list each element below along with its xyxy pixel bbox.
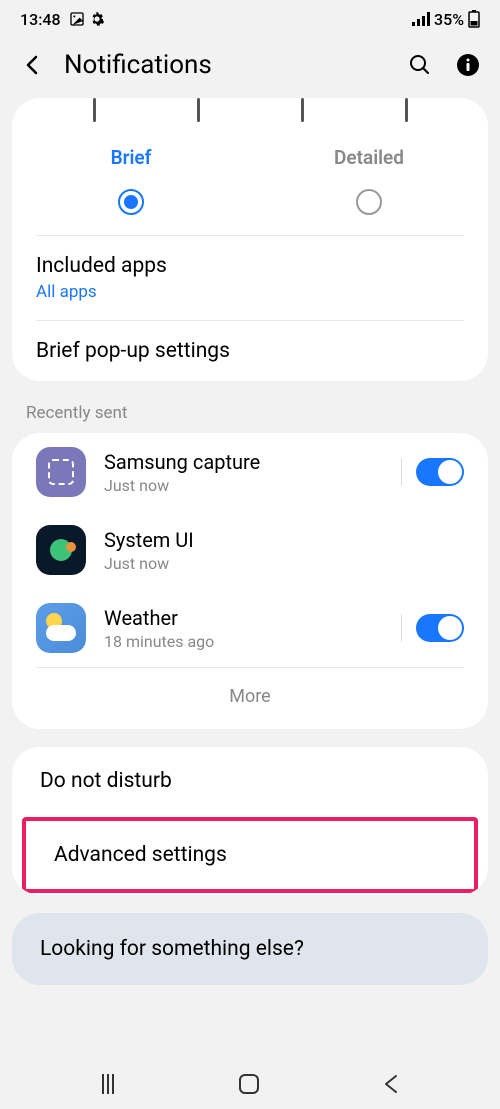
app-name: Samsung capture	[104, 450, 383, 474]
search-icon[interactable]	[408, 53, 432, 77]
looking-for-text: Looking for something else?	[40, 937, 460, 961]
advanced-settings-row[interactable]: Advanced settings	[26, 821, 474, 889]
image-icon	[69, 11, 85, 27]
style-preview	[12, 98, 488, 128]
battery-percent: 35%	[434, 10, 464, 29]
style-option-detailed[interactable]: Detailed	[250, 146, 488, 215]
included-apps-row[interactable]: Included apps All apps	[12, 236, 488, 320]
nav-recent-button[interactable]	[102, 1074, 114, 1094]
navigation-bar	[0, 1059, 500, 1109]
looking-for-card[interactable]: Looking for something else?	[12, 913, 488, 985]
do-not-disturb-row[interactable]: Do not disturb	[12, 747, 488, 815]
page-title: Notifications	[64, 50, 388, 80]
app-time: Just now	[104, 476, 383, 495]
chevron-left-icon	[26, 55, 38, 75]
brief-radio[interactable]	[118, 189, 144, 215]
battery-icon	[468, 10, 480, 28]
signal-icon	[412, 12, 430, 26]
back-button[interactable]	[20, 53, 44, 77]
app-row-weather[interactable]: Weather 18 minutes ago	[12, 589, 488, 667]
advanced-settings-highlight: Advanced settings	[22, 817, 478, 893]
app-row-capture[interactable]: Samsung capture Just now	[12, 433, 488, 511]
nav-home-button[interactable]	[239, 1074, 259, 1094]
recently-sent-header: Recently sent	[0, 381, 500, 433]
app-name: Weather	[104, 606, 383, 630]
app-time: Just now	[104, 554, 464, 573]
weather-app-icon	[36, 603, 86, 653]
nav-back-button[interactable]	[384, 1074, 398, 1094]
notification-style-card: Brief Detailed Included apps All apps Br…	[12, 98, 488, 381]
capture-toggle[interactable]	[416, 458, 464, 486]
recently-sent-card: Samsung capture Just now System UI Just …	[12, 433, 488, 729]
app-row-system[interactable]: System UI Just now	[12, 511, 488, 589]
brief-popup-row[interactable]: Brief pop-up settings	[12, 321, 488, 381]
style-option-brief[interactable]: Brief	[12, 146, 250, 215]
app-name: System UI	[104, 528, 464, 552]
detailed-radio[interactable]	[356, 189, 382, 215]
settings-card: Do not disturb Advanced settings	[12, 747, 488, 895]
gear-icon	[89, 11, 105, 27]
included-apps-title: Included apps	[36, 254, 464, 278]
capture-app-icon	[36, 447, 86, 497]
brief-popup-title: Brief pop-up settings	[36, 339, 464, 363]
weather-toggle[interactable]	[416, 614, 464, 642]
system-app-icon	[36, 525, 86, 575]
status-time: 13:48	[20, 10, 61, 29]
app-time: 18 minutes ago	[104, 632, 383, 651]
detailed-label: Detailed	[334, 146, 404, 169]
header: Notifications	[0, 38, 500, 98]
included-apps-subtitle: All apps	[36, 282, 464, 302]
brief-label: Brief	[111, 146, 152, 169]
status-bar: 13:48 35%	[0, 0, 500, 38]
more-button[interactable]: More	[12, 668, 488, 729]
info-icon[interactable]	[456, 53, 480, 77]
